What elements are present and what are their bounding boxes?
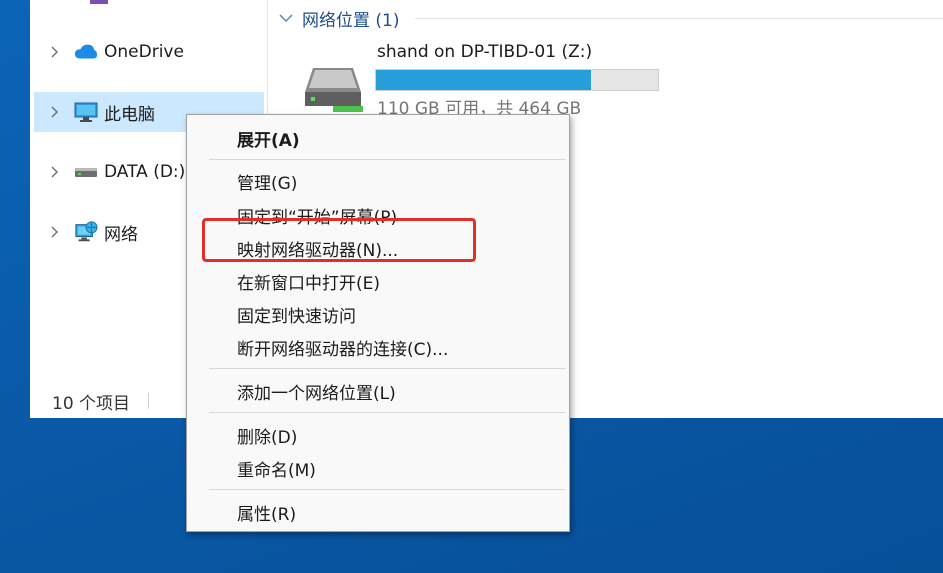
drive-name: shand on DP-TIBD-01 (Z:)	[377, 42, 593, 62]
menu-item-label: 在新窗口中打开(E)	[237, 273, 381, 294]
menu-item-label: 管理(G)	[237, 173, 298, 194]
menu-item-pin-quick-access[interactable]: 固定到快速访问	[189, 299, 567, 329]
network-drive-icon	[301, 66, 365, 112]
nav-label: 此电脑	[104, 104, 155, 125]
menu-item-label: 固定到快速访问	[237, 306, 356, 327]
menu-item-disconnect-network-drive[interactable]: 断开网络驱动器的连接(C)...	[189, 332, 567, 362]
menu-item-add-network-location[interactable]: 添加一个网络位置(L)	[189, 376, 567, 406]
menu-item-rename[interactable]: 重命名(M)	[189, 453, 567, 483]
drive-usage-fill	[376, 70, 592, 90]
menu-item-pin-to-start[interactable]: 固定到“开始”屏幕(P)	[189, 200, 567, 230]
status-divider	[148, 393, 149, 409]
menu-item-label: 展开(A)	[237, 130, 300, 151]
group-divider	[415, 18, 943, 19]
network-drive-tile[interactable]: shand on DP-TIBD-01 (Z:) 110 GB 可用，共 464…	[295, 40, 675, 119]
drive-usage-bar	[375, 69, 659, 91]
nav-item-onedrive[interactable]: OneDrive	[34, 32, 264, 72]
nav-label: DATA (D:)	[104, 162, 186, 182]
menu-separator	[209, 159, 565, 160]
menu-item-properties[interactable]: 属性(R)	[189, 497, 567, 527]
menu-item-label: 固定到“开始”屏幕(P)	[237, 207, 398, 228]
group-title: 网络位置 (1)	[302, 10, 400, 31]
menu-item-map-network-drive[interactable]: 映射网络驱动器(N)...	[189, 233, 567, 263]
menu-item-label: 重命名(M)	[237, 460, 316, 481]
nav-label: OneDrive	[104, 42, 184, 62]
this-pc-monitor-icon	[74, 101, 98, 123]
menu-separator	[209, 412, 565, 413]
menu-item-label: 断开网络驱动器的连接(C)...	[237, 339, 449, 360]
menu-separator	[209, 489, 565, 490]
menu-item-expand[interactable]: 展开(A)	[189, 123, 567, 153]
onedrive-cloud-icon	[74, 41, 98, 63]
chevron-right-icon[interactable]	[48, 226, 60, 238]
menu-item-label: 映射网络驱动器(N)...	[237, 240, 399, 261]
context-menu: 展开(A) 管理(G) 固定到“开始”屏幕(P) 映射网络驱动器(N)... 在…	[186, 114, 570, 532]
menu-item-manage[interactable]: 管理(G)	[189, 166, 567, 196]
nav-label: 网络	[104, 224, 138, 245]
network-icon	[74, 221, 98, 243]
menu-separator	[209, 368, 565, 369]
item-count: 10 个项目	[52, 394, 131, 414]
menu-item-label: 属性(R)	[237, 504, 297, 525]
menu-item-open-new-window[interactable]: 在新窗口中打开(E)	[189, 266, 567, 296]
group-header-network-locations[interactable]: 网络位置 (1)	[278, 6, 400, 31]
chevron-down-icon[interactable]	[278, 10, 294, 26]
menu-item-delete[interactable]: 删除(D)	[189, 420, 567, 450]
chevron-right-icon[interactable]	[48, 106, 60, 118]
menu-item-label: 添加一个网络位置(L)	[237, 383, 396, 404]
menu-item-label: 删除(D)	[237, 427, 298, 448]
drive-icon	[74, 161, 98, 183]
library-icon-partial	[90, 0, 108, 4]
chevron-right-icon[interactable]	[48, 46, 60, 58]
chevron-right-icon[interactable]	[48, 166, 60, 178]
